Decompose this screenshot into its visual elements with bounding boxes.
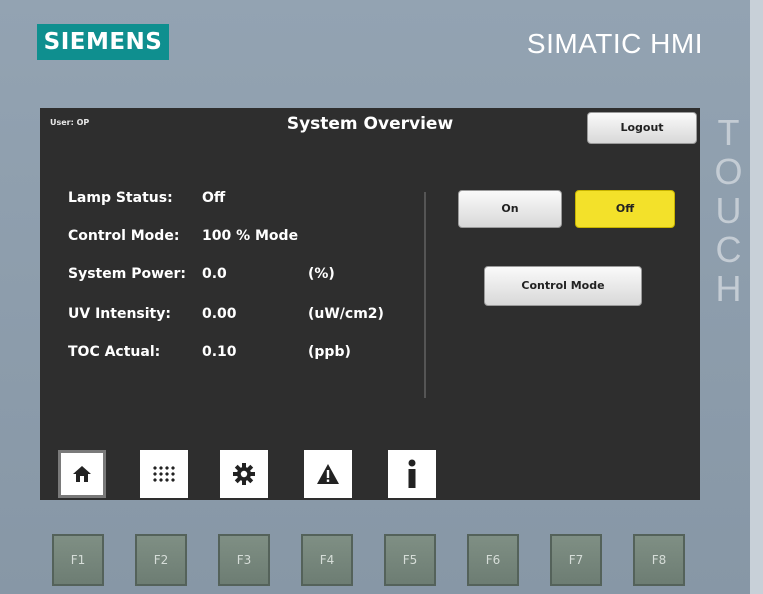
status-label: System Power: xyxy=(68,266,187,282)
status-label: UV Intensity: xyxy=(68,306,171,322)
gear-icon xyxy=(233,463,255,485)
function-key-f2[interactable]: F2 xyxy=(135,534,187,586)
panel-divider xyxy=(424,192,426,398)
warning-icon xyxy=(317,464,339,484)
status-unit: (%) xyxy=(308,266,335,282)
home-icon xyxy=(73,466,91,482)
status-value: 0.0 xyxy=(202,266,227,282)
nav-grid-button[interactable] xyxy=(140,450,188,498)
function-key-f3[interactable]: F3 xyxy=(218,534,270,586)
status-value: 0.10 xyxy=(202,344,237,360)
control-mode-button[interactable]: Control Mode xyxy=(484,266,642,306)
hmi-screen: User: OP System Overview Logout Lamp Sta… xyxy=(40,108,700,500)
brand-logo: SIEMENS xyxy=(37,24,169,60)
function-key-f6[interactable]: F6 xyxy=(467,534,519,586)
status-value: Off xyxy=(202,190,226,206)
info-icon xyxy=(408,459,416,488)
status-value: 100 % Mode xyxy=(202,228,299,244)
function-key-f5[interactable]: F5 xyxy=(384,534,436,586)
function-key-f7[interactable]: F7 xyxy=(550,534,602,586)
status-unit: (uW/cm2) xyxy=(308,306,384,322)
nav-home-button[interactable] xyxy=(58,450,106,498)
logout-button[interactable]: Logout xyxy=(587,112,697,144)
lamp-off-button[interactable]: Off xyxy=(575,190,675,228)
function-key-f1[interactable]: F1 xyxy=(52,534,104,586)
status-label: TOC Actual: xyxy=(68,344,161,360)
status-label: Lamp Status: xyxy=(68,190,173,206)
nav-alarms-button[interactable] xyxy=(304,450,352,498)
status-label: Control Mode: xyxy=(68,228,180,244)
lamp-on-button[interactable]: On xyxy=(458,190,562,228)
grid-icon xyxy=(152,465,176,483)
model-name: SIMATIC HMI xyxy=(526,28,703,59)
touch-label: TOUCH xyxy=(708,112,749,307)
function-key-f8[interactable]: F8 xyxy=(633,534,685,586)
device-edge xyxy=(750,0,763,594)
nav-settings-button[interactable] xyxy=(220,450,268,498)
nav-info-button[interactable] xyxy=(388,450,436,498)
function-key-f4[interactable]: F4 xyxy=(301,534,353,586)
status-value: 0.00 xyxy=(202,306,237,322)
status-unit: (ppb) xyxy=(308,344,351,360)
